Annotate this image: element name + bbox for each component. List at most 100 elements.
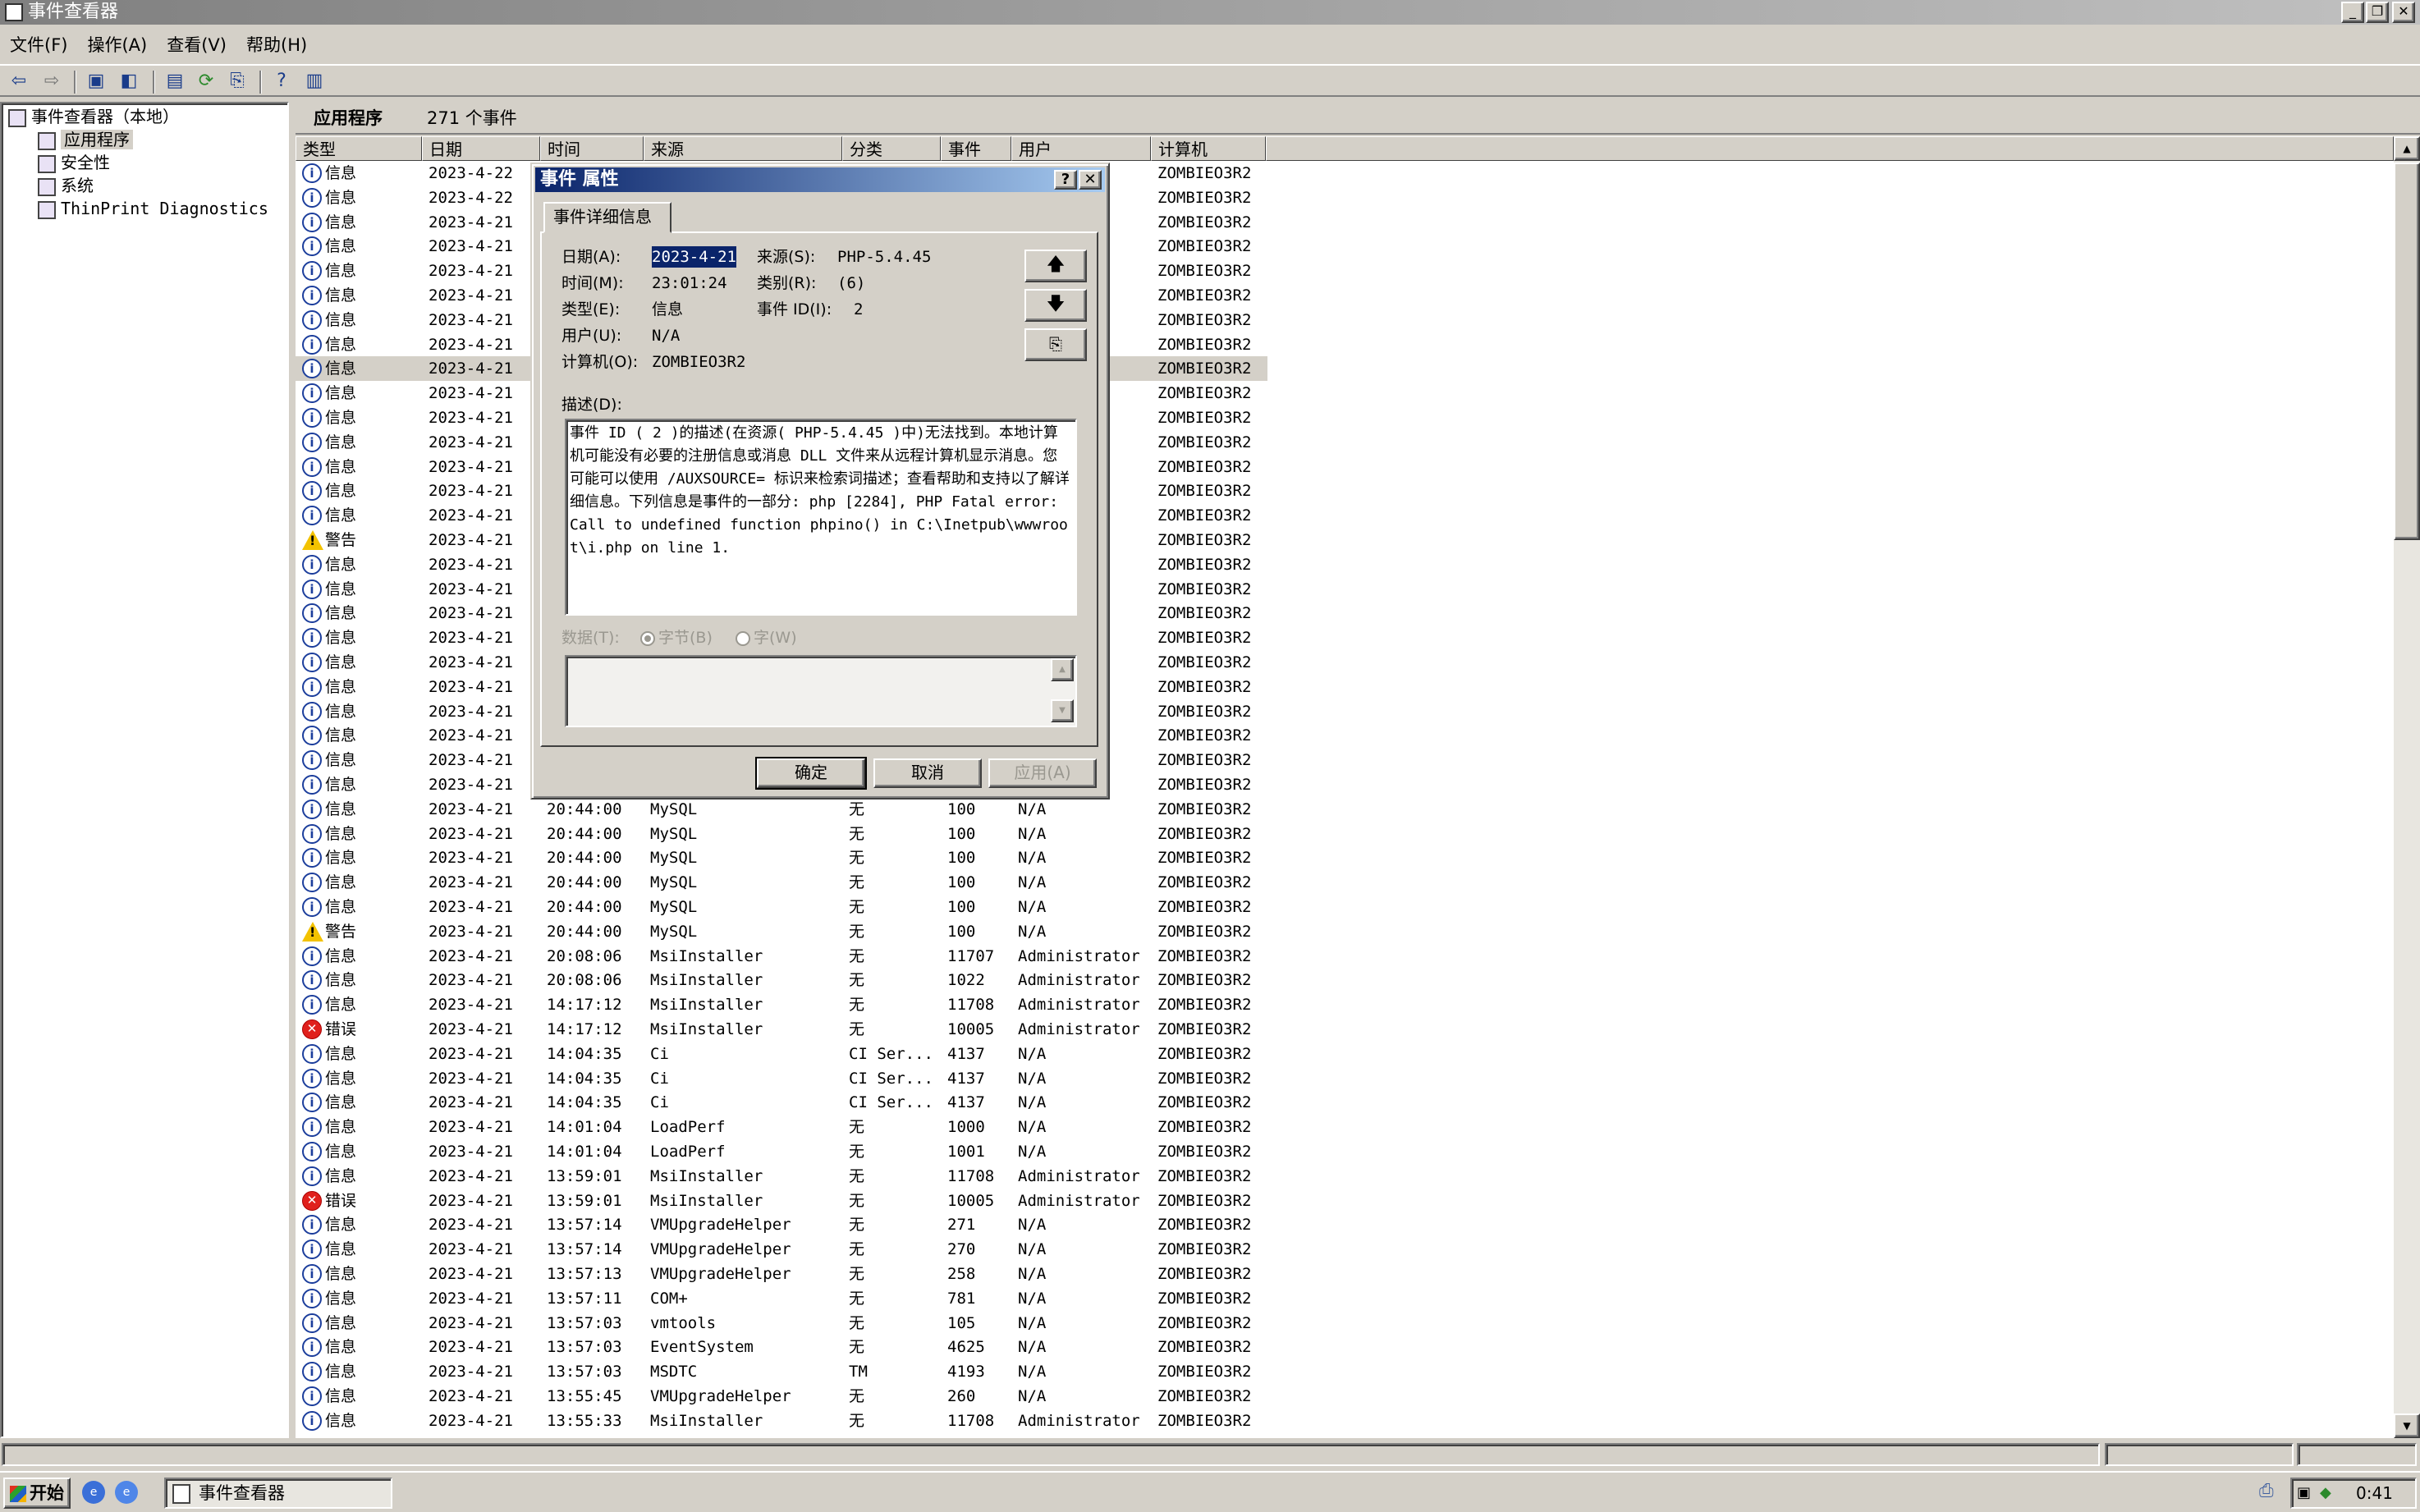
ie-explorer-icon[interactable]: e	[115, 1481, 138, 1504]
menu-help[interactable]: 帮助(H)	[236, 26, 317, 64]
console-icon[interactable]: ▥	[300, 69, 328, 94]
table-row[interactable]: i 信息 2023-4-21 13:55:33 MsiInstaller 无 11708 Ad…	[296, 1409, 2394, 1433]
table-row[interactable]: i 信息 2023-4-21 13:57:11 COM+ 无 781 N/A ZOMBIEO3R…	[296, 1286, 2394, 1311]
apply-button[interactable]: 应用(A)	[988, 758, 1097, 788]
tree-item-security[interactable]: 安全性	[38, 151, 110, 174]
menu-bar: 文件(F) 操作(A) 查看(V) 帮助(H)	[0, 26, 2420, 64]
tree-item-application[interactable]: 应用程序	[38, 128, 133, 151]
table-row[interactable]: i 信息 2023-4-21 20:44:00 MySQL 无 100 N/A ZOMBIEO3…	[296, 797, 2394, 822]
tree-item-thinprint[interactable]: ThinPrint Diagnostics	[38, 197, 268, 220]
column-header[interactable]: 事件	[941, 136, 1011, 161]
restore-button[interactable]: ❐	[2366, 2, 2389, 23]
table-row[interactable]: i 信息 2023-4-21 20:08:06 MsiInstaller 无 1022 Adm…	[296, 968, 2394, 992]
table-row[interactable]: i 信息 2023-4-21 13:57:03 vmtools 无 105 N/A ZOMBIE…	[296, 1311, 2394, 1336]
table-row[interactable]: i 信息 2023-4-21 20:44:00 MySQL 无 100 N/A ZOMBIEO3…	[296, 870, 2394, 895]
cell-category: 无	[849, 1020, 865, 1038]
column-header[interactable]: 时间	[540, 136, 644, 161]
scroll-down-arrow[interactable]: ▼	[2394, 1413, 2420, 1438]
table-row[interactable]: i 信息 2023-4-21 20:44:00 MySQL 无 100 N/A ZOMBIEO3…	[296, 895, 2394, 919]
tree-root[interactable]: 事件查看器（本地）	[8, 105, 179, 128]
menu-file[interactable]: 文件(F)	[0, 26, 77, 64]
column-header[interactable]: 来源	[644, 136, 842, 161]
table-row[interactable]: i 信息 2023-4-21 13:55:45 VMUpgradeHelper 无 260 N…	[296, 1384, 2394, 1409]
next-event-button[interactable]: 🡇	[1024, 289, 1087, 322]
help-icon[interactable]: ?	[268, 69, 296, 94]
table-row[interactable]: i 信息 2023-4-21 13:57:14 VMUpgradeHelper 无 271 N…	[296, 1212, 2394, 1237]
previous-event-button[interactable]: 🡅	[1024, 250, 1087, 282]
cell-computer: ZOMBIEO3R2	[1157, 1143, 1252, 1161]
table-row[interactable]: 警告 2023-4-21 20:44:00 MySQL 无 100 N/A ZOMBIEO3R…	[296, 919, 2394, 944]
back-arrow-icon[interactable]: ⇦	[5, 69, 33, 94]
cell-source: EventSystem	[650, 1338, 754, 1357]
taskbar-item-event-viewer[interactable]: 事件查看器	[164, 1478, 392, 1509]
date-value[interactable]: 2023-4-21	[652, 246, 736, 268]
table-row[interactable]: i 信息 2023-4-21 20:44:00 MySQL 无 100 N/A ZOMBIEO3…	[296, 845, 2394, 870]
table-row[interactable]: i 信息 2023-4-21 14:04:35 Ci CI Ser... 4137 N/A ZO…	[296, 1042, 2394, 1066]
ie-icon[interactable]: e	[82, 1481, 105, 1504]
cell-type: 信息	[325, 726, 357, 745]
scroll-up-arrow[interactable]: ▲	[2394, 136, 2420, 161]
menu-view[interactable]: 查看(V)	[157, 26, 236, 64]
cell-event: 11708	[947, 996, 995, 1015]
cell-time: 14:17:12	[547, 996, 622, 1015]
table-row[interactable]: i 信息 2023-4-21 13:57:03 MSDTC TM 4193 N/A ZOMBIE…	[296, 1359, 2394, 1384]
vmware-tools-icon[interactable]: ◆	[2320, 1479, 2331, 1507]
table-row[interactable]: i 信息 2023-4-21 13:57:03 EventSystem 无 4625 N/A Z…	[296, 1335, 2394, 1359]
radio-bytes[interactable]: 字节(B)	[640, 627, 713, 648]
table-row[interactable]: i 信息 2023-4-21 14:04:35 Ci CI Ser... 4137 N/A ZO…	[296, 1066, 2394, 1091]
close-window-button[interactable]: ✕	[2392, 2, 2415, 23]
pane-splitter[interactable]	[289, 102, 296, 1438]
cell-computer: ZOMBIEO3R2	[1157, 702, 1252, 721]
table-row[interactable]: ✕ 错误 2023-4-21 14:17:12 MsiInstaller 无 10005 Ad…	[296, 1017, 2394, 1042]
dialog-close-button[interactable]: ✕	[1079, 170, 1102, 190]
table-row[interactable]: i 信息 2023-4-21 20:44:00 MySQL 无 100 N/A ZOMBIEO3…	[296, 822, 2394, 846]
column-header[interactable]: 日期	[422, 136, 540, 161]
properties-icon[interactable]: ▤	[161, 69, 189, 94]
cell-computer: ZOMBIEO3R2	[1157, 800, 1252, 818]
table-row[interactable]: i 信息 2023-4-21 13:57:13 VMUpgradeHelper 无 258 N…	[296, 1262, 2394, 1286]
dialog-help-button[interactable]: ?	[1054, 170, 1077, 190]
cell-time: 13:55:33	[547, 1411, 622, 1430]
status-bar	[0, 1441, 2420, 1468]
minimize-button[interactable]: _	[2341, 2, 2364, 23]
column-header[interactable]: 类型	[296, 136, 422, 161]
table-row[interactable]: i 信息 2023-4-21 14:04:35 Ci CI Ser... 4137 N/A ZO…	[296, 1090, 2394, 1115]
vertical-scrollbar[interactable]: ▲ ▼	[2394, 136, 2420, 1438]
start-button[interactable]: 开始	[3, 1478, 71, 1509]
column-header[interactable]: 计算机	[1151, 136, 1266, 161]
tree-item-system[interactable]: 系统	[38, 174, 94, 197]
up-folder-icon[interactable]: ▣	[82, 69, 110, 94]
table-row[interactable]: ✕ 错误 2023-4-21 13:59:01 MsiInstaller 无 10005 Ad…	[296, 1189, 2394, 1213]
table-row[interactable]: i 信息 2023-4-21 13:59:01 MsiInstaller 无 11708 Ad…	[296, 1164, 2394, 1189]
tab-event-details[interactable]: 事件详细信息	[543, 202, 671, 233]
table-row[interactable]: i 信息 2023-4-21 14:01:04 LoadPerf 无 1001 N/A ZOMB…	[296, 1139, 2394, 1164]
printer-tray-icon[interactable]: ⎙	[2259, 1481, 2274, 1501]
description-text[interactable]: 事件 ID ( 2 )的描述(在资源( PHP-5.4.45 )中)无法找到。本…	[565, 419, 1077, 616]
radio-words[interactable]: 字(W)	[736, 627, 797, 648]
data-scroll-down[interactable]: ▼	[1051, 699, 1074, 722]
copy-event-button[interactable]: ⎘	[1024, 328, 1087, 361]
info-icon: i	[302, 286, 322, 305]
table-row[interactable]: i 信息 2023-4-21 20:08:06 MsiInstaller 无 11707 Ad…	[296, 944, 2394, 969]
scroll-thumb[interactable]	[2394, 163, 2420, 540]
data-scroll-up[interactable]: ▲	[1051, 658, 1074, 681]
ok-button[interactable]: 确定	[755, 757, 867, 790]
export-icon[interactable]: ⎘	[223, 69, 251, 94]
cell-time: 20:44:00	[547, 898, 622, 916]
refresh-icon[interactable]: ⟳	[192, 69, 220, 94]
cancel-button[interactable]: 取消	[873, 758, 982, 788]
cell-type: 警告	[325, 531, 357, 549]
menu-action[interactable]: 操作(A)	[77, 26, 157, 64]
column-header[interactable]: 分类	[842, 136, 941, 161]
column-header[interactable]: 用户	[1011, 136, 1151, 161]
table-row[interactable]: i 信息 2023-4-21 14:01:04 LoadPerf 无 1000 N/A ZOMB…	[296, 1115, 2394, 1139]
cell-user: Administrator	[1018, 1411, 1140, 1430]
network-icon[interactable]: ▣	[2297, 1479, 2311, 1507]
data-box-scrollbar[interactable]: ▲ ▼	[1051, 658, 1074, 722]
show-tree-icon[interactable]: ◧	[115, 69, 143, 94]
forward-arrow-icon[interactable]: ⇨	[38, 69, 66, 94]
table-row[interactable]: i 信息 2023-4-21 14:17:12 MsiInstaller 无 11708 Ad…	[296, 992, 2394, 1017]
cell-category: 无	[849, 1143, 865, 1161]
data-box[interactable]: ▲ ▼	[565, 655, 1077, 727]
table-row[interactable]: i 信息 2023-4-21 13:57:14 VMUpgradeHelper 无 270 N…	[296, 1237, 2394, 1262]
